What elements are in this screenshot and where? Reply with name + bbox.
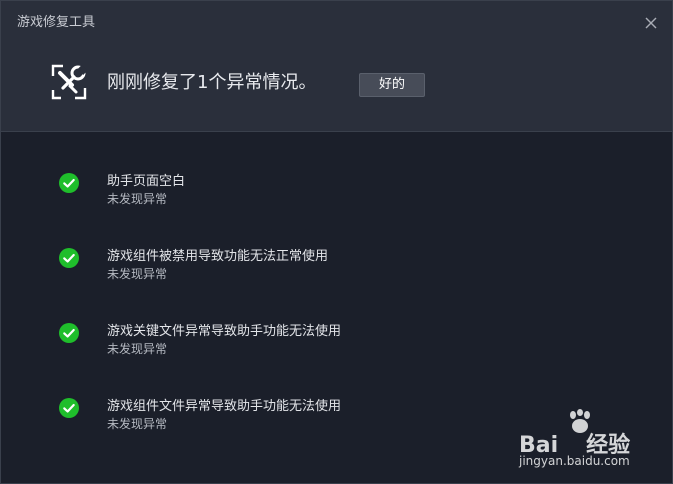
check-item-title: 助手页面空白: [107, 174, 186, 189]
baidu-jingyan-watermark: Bai 经验 jingyan.baidu.com: [513, 409, 653, 471]
check-item-title: 游戏组件被禁用导致功能无法正常使用: [107, 249, 329, 264]
check-item-title: 游戏组件文件异常导致助手功能无法使用: [107, 399, 342, 414]
ok-button[interactable]: 好的: [359, 73, 425, 97]
check-circle-icon: [59, 323, 79, 343]
window-title: 游戏修复工具: [17, 15, 96, 30]
check-item-status: 未发现异常: [107, 417, 168, 431]
repair-summary-message: 刚刚修复了1个异常情况。: [107, 72, 317, 93]
check-item-title: 游戏关键文件异常导致助手功能无法使用: [107, 324, 342, 339]
check-item-component-disabled: 游戏组件被禁用导致功能无法正常使用 未发现异常: [59, 248, 619, 292]
check-item-key-files: 游戏关键文件异常导致助手功能无法使用 未发现异常: [59, 323, 619, 367]
check-item-status: 未发现异常: [107, 192, 168, 206]
result-header: 游戏修复工具 刚刚修复了1个异常情况。 好的: [1, 1, 672, 132]
close-icon[interactable]: [641, 13, 661, 33]
check-circle-icon: [59, 173, 79, 193]
repair-tool-icon: [51, 64, 88, 100]
repair-tool-window: 游戏修复工具 刚刚修复了1个异常情况。 好的 助手页面空白 未发现异常 游戏组件…: [0, 0, 673, 484]
check-item-page-blank: 助手页面空白 未发现异常: [59, 173, 619, 217]
check-circle-icon: [59, 248, 79, 268]
check-circle-icon: [59, 398, 79, 418]
watermark-url: jingyan.baidu.com: [519, 454, 630, 468]
check-item-status: 未发现异常: [107, 342, 168, 356]
check-item-status: 未发现异常: [107, 267, 168, 281]
